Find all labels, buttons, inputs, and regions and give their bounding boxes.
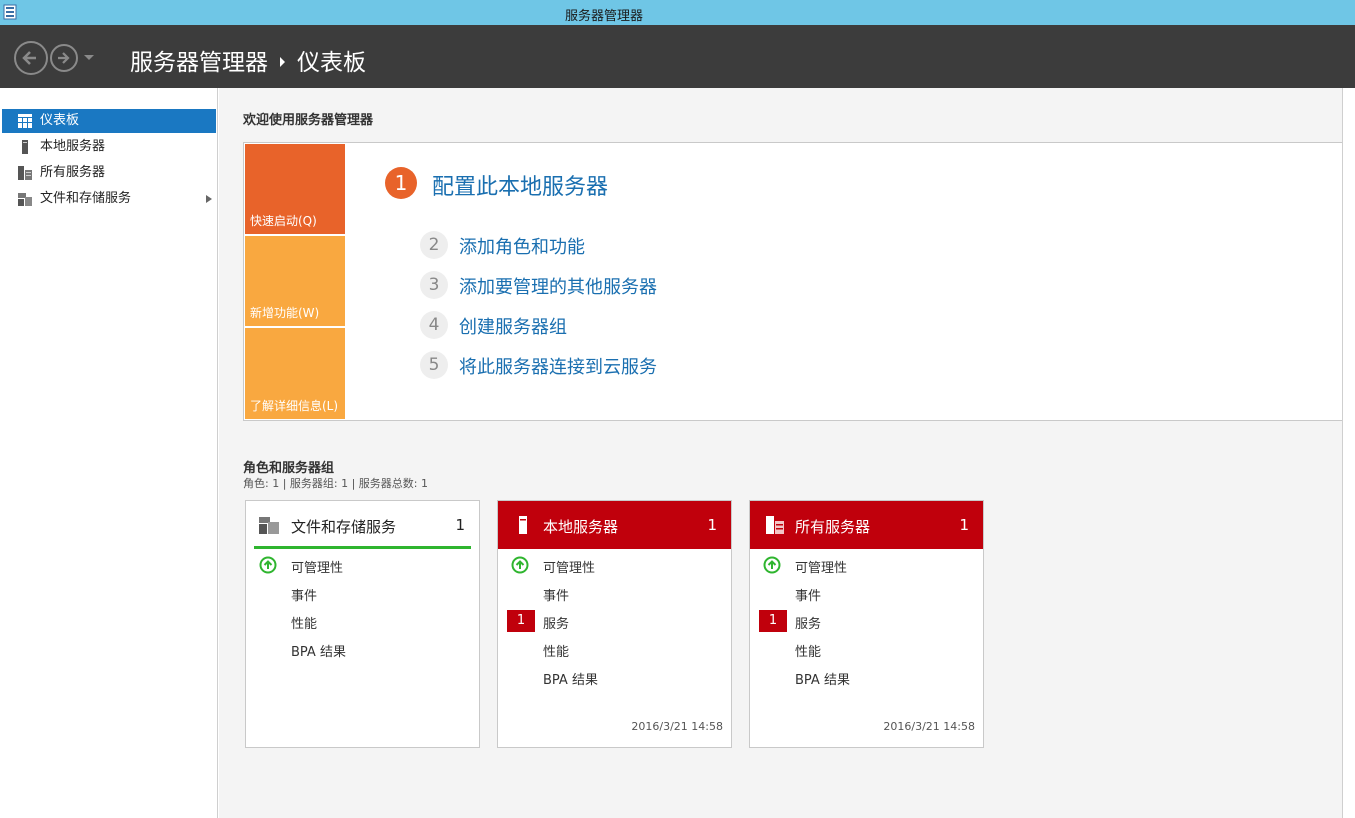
all-servers-icon (766, 516, 784, 534)
tile-quick-start[interactable]: 快速启动(Q) (245, 144, 345, 234)
sidebar-item-label: 仪表板 (40, 113, 80, 128)
row-manageability[interactable]: 可管理性 (543, 557, 595, 576)
sidebar: 仪表板 本地服务器 所有服务器 文件和存储服务 (0, 88, 218, 818)
history-dropdown-icon[interactable] (84, 55, 94, 60)
sidebar-item-label: 文件和存储服务 (40, 191, 132, 206)
card-header[interactable]: 本地服务器 1 (498, 501, 731, 549)
breadcrumb-current: 仪表板 (297, 50, 366, 76)
row-bpa-results[interactable]: BPA 结果 (543, 669, 598, 688)
tile-label: 新增功能(W) (250, 306, 320, 320)
sidebar-item-dashboard[interactable]: 仪表板 (2, 109, 216, 133)
sidebar-item-all-servers[interactable]: 所有服务器 (2, 161, 216, 185)
card-title: 文件和存储服务 (291, 518, 397, 536)
card-count: 1 (959, 516, 969, 534)
status-ok-icon (511, 556, 529, 574)
sidebar-item-label: 本地服务器 (40, 139, 106, 154)
sidebar-item-local-server[interactable]: 本地服务器 (2, 135, 216, 159)
window-titlebar: 服务器管理器 (0, 0, 1355, 25)
card-title: 本地服务器 (543, 518, 619, 536)
local-server-icon (519, 516, 527, 534)
card-header[interactable]: 文件和存储服务 1 (254, 501, 471, 549)
step-link[interactable]: 配置此本地服务器 (432, 169, 608, 201)
roles-section-summary: 角色: 1 | 服务器组: 1 | 服务器总数: 1 (243, 477, 429, 490)
tile-whats-new[interactable]: 新增功能(W) (245, 236, 345, 326)
card-count: 1 (455, 516, 465, 534)
step-number: 4 (420, 311, 448, 339)
file-storage-icon (18, 193, 32, 206)
arrow-left-icon (22, 51, 36, 65)
sidebar-item-file-storage[interactable]: 文件和存储服务 (2, 187, 216, 211)
welcome-panel: 快速启动(Q) 新增功能(W) 了解详细信息(L) 1 配置此本地服务器 2 添… (243, 142, 1343, 421)
file-storage-icon (259, 517, 279, 534)
step-link[interactable]: 添加角色和功能 (459, 233, 585, 259)
role-card-all-servers[interactable]: 所有服务器 1 可管理性 事件 1 服务 性能 BPA 结果 2016/3/21… (749, 500, 984, 748)
arrow-right-icon (58, 52, 70, 64)
step-number: 5 (420, 351, 448, 379)
row-bpa-results[interactable]: BPA 结果 (795, 669, 850, 688)
step-number: 3 (420, 271, 448, 299)
tile-label: 了解详细信息(L) (250, 399, 339, 413)
breadcrumb-root[interactable]: 服务器管理器 (130, 50, 268, 76)
header-bar: 服务器管理器 仪表板 (0, 25, 1355, 88)
services-alert-badge[interactable]: 1 (759, 610, 787, 632)
services-alert-badge[interactable]: 1 (507, 610, 535, 632)
card-timestamp: 2016/3/21 14:58 (631, 720, 723, 733)
status-ok-icon (763, 556, 781, 574)
row-services[interactable]: 服务 (795, 613, 821, 632)
card-header[interactable]: 所有服务器 1 (750, 501, 983, 549)
step-link[interactable]: 创建服务器组 (459, 313, 567, 339)
right-edge-panel (1342, 88, 1355, 818)
row-events[interactable]: 事件 (795, 585, 821, 604)
row-bpa-results[interactable]: BPA 结果 (291, 641, 346, 660)
row-events[interactable]: 事件 (543, 585, 569, 604)
row-performance[interactable]: 性能 (795, 641, 821, 660)
step-number: 1 (385, 167, 417, 199)
card-title: 所有服务器 (795, 518, 871, 536)
row-services[interactable]: 服务 (543, 613, 569, 632)
dashboard-icon (18, 114, 32, 128)
step-link[interactable]: 将此服务器连接到云服务 (459, 353, 657, 379)
tile-label: 快速启动(Q) (250, 214, 317, 228)
sidebar-item-label: 所有服务器 (40, 165, 106, 180)
expand-arrow-icon[interactable] (206, 195, 212, 203)
breadcrumb: 服务器管理器 仪表板 (130, 43, 366, 77)
card-count: 1 (707, 516, 717, 534)
role-card-file-storage[interactable]: 文件和存储服务 1 可管理性 事件 性能 BPA 结果 (245, 500, 480, 748)
row-performance[interactable]: 性能 (291, 613, 317, 632)
forward-button[interactable] (50, 44, 78, 72)
local-server-icon (22, 140, 28, 154)
tile-learn-more[interactable]: 了解详细信息(L) (245, 328, 345, 419)
role-card-local-server[interactable]: 本地服务器 1 可管理性 事件 1 服务 性能 BPA 结果 2016/3/21… (497, 500, 732, 748)
row-manageability[interactable]: 可管理性 (795, 557, 847, 576)
status-ok-icon (259, 556, 277, 574)
breadcrumb-separator-icon (280, 56, 285, 67)
step-link[interactable]: 添加要管理的其他服务器 (459, 273, 657, 299)
welcome-title: 欢迎使用服务器管理器 (243, 113, 374, 128)
row-performance[interactable]: 性能 (543, 641, 569, 660)
all-servers-icon (18, 166, 32, 180)
roles-section-title: 角色和服务器组 (243, 461, 335, 476)
step-number: 2 (420, 231, 448, 259)
window-title: 服务器管理器 (565, 9, 644, 24)
card-timestamp: 2016/3/21 14:58 (883, 720, 975, 733)
row-events[interactable]: 事件 (291, 585, 317, 604)
back-button[interactable] (14, 41, 48, 75)
main-content: 欢迎使用服务器管理器 快速启动(Q) 新增功能(W) 了解详细信息(L) 1 配… (219, 88, 1355, 818)
row-manageability[interactable]: 可管理性 (291, 557, 343, 576)
